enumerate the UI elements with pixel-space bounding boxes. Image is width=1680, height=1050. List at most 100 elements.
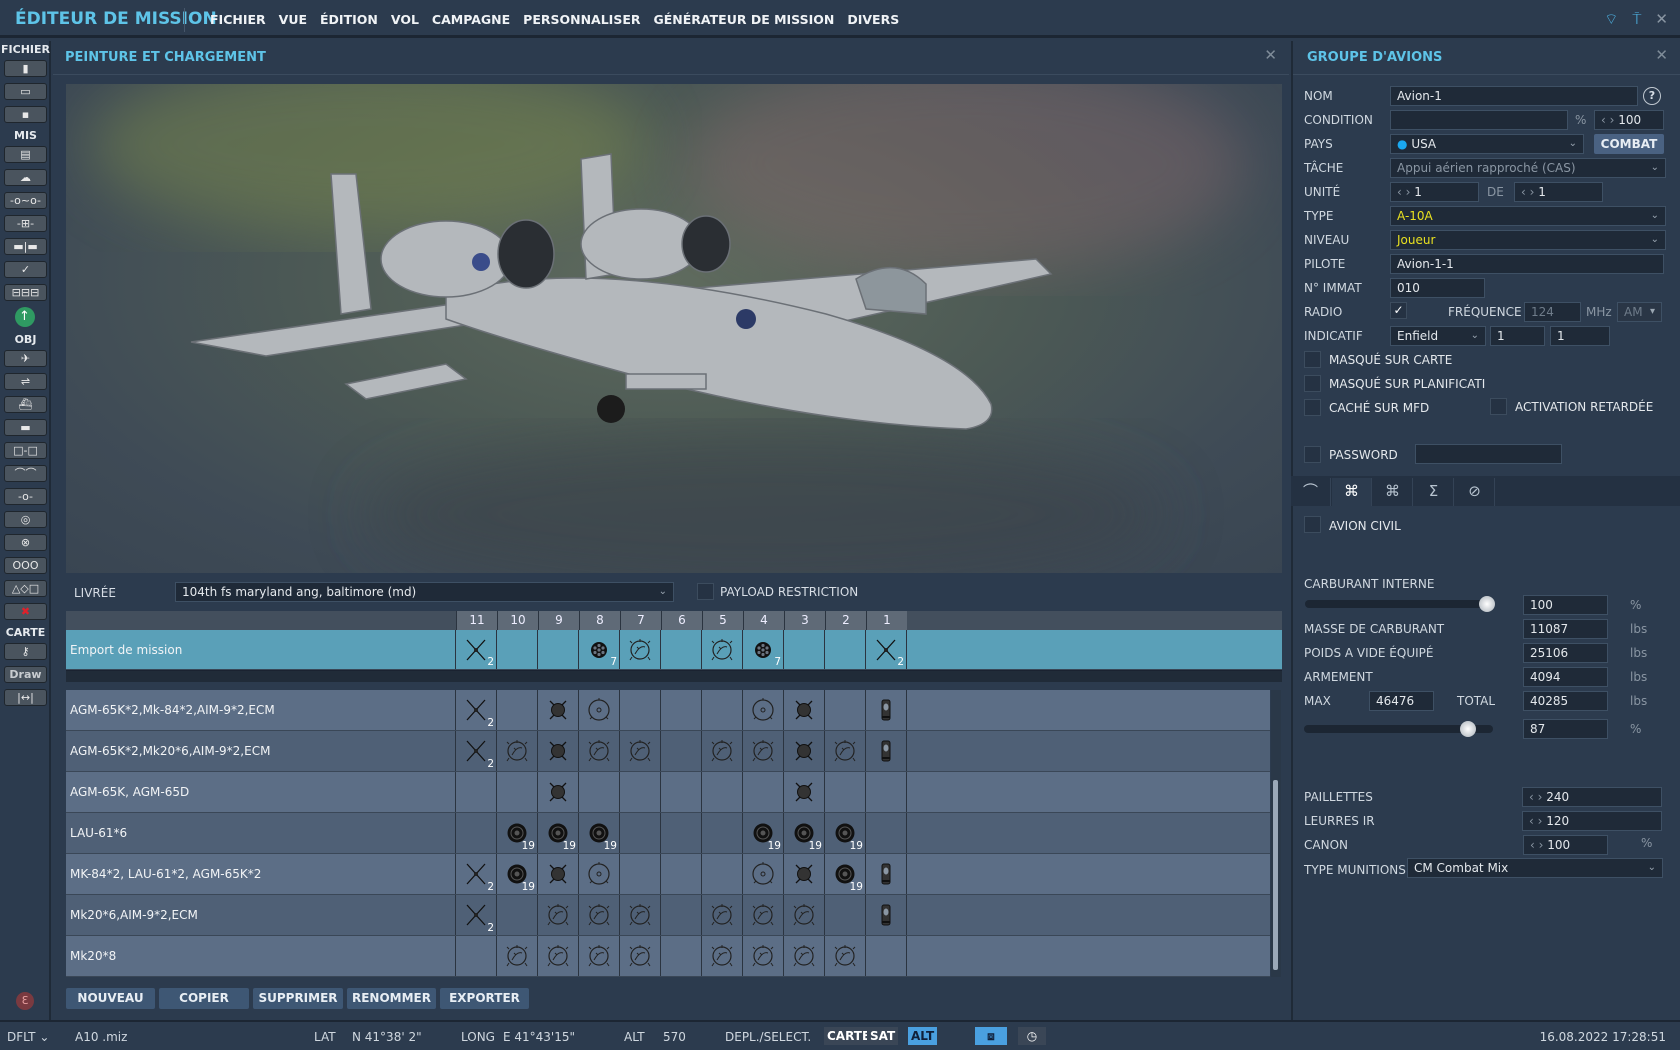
loadout-row[interactable]: MK-84*2, LAU-61*2, AGM-65K*2 2 19 19 — [66, 854, 1270, 895]
pylon-cell-2[interactable] — [825, 690, 866, 730]
tab-summary[interactable]: Σ — [1414, 478, 1454, 506]
pylon-cell-1[interactable]: 2 — [866, 630, 907, 669]
pylon-cell-7[interactable] — [620, 630, 661, 669]
pylon-cell-5[interactable] — [702, 731, 743, 771]
pylon-cell-3[interactable] — [784, 690, 825, 730]
pylon-cell-7[interactable] — [620, 936, 661, 976]
loadout-row[interactable]: LAU-61*6 19 19 19 19 19 19 — [66, 813, 1270, 854]
pylon-cell-7[interactable] — [620, 690, 661, 730]
livery-dropdown[interactable]: 104th fs maryland ang, baltimore (md) ⌄ — [175, 582, 674, 602]
delete-button[interactable]: SUPPRIMER — [253, 988, 343, 1009]
pylon-cell-10[interactable]: 19 — [497, 813, 538, 853]
pylon-cell-11[interactable] — [456, 936, 497, 976]
frequency-input[interactable]: 124 — [1524, 302, 1581, 322]
fuel-slider[interactable] — [1305, 600, 1495, 608]
trigger-zone-button[interactable]: -o~o- — [4, 192, 47, 209]
menu-vol[interactable]: VOL — [391, 12, 419, 27]
country-dropdown[interactable]: ● USA ⌄ — [1390, 134, 1584, 154]
menu-generateur[interactable]: GÉNÉRATEUR DE MISSION — [654, 12, 835, 27]
pylon-cell-2[interactable]: 19 — [825, 854, 866, 894]
callsign-dropdown[interactable]: Enfield ⌄ — [1390, 326, 1486, 346]
pylon-cell-5[interactable] — [702, 813, 743, 853]
save-button[interactable]: ▪ — [4, 106, 47, 123]
up-arrow-icon[interactable]: ↑ — [14, 307, 35, 327]
pylon-cell-8[interactable] — [579, 854, 620, 894]
flares-spinner[interactable]: ‹ › 120 — [1522, 811, 1662, 831]
pylon-cell-4[interactable] — [743, 895, 784, 935]
pylon-cell-8[interactable]: 19 — [579, 813, 620, 853]
pylon-cell-9[interactable] — [538, 772, 579, 812]
loadout-row[interactable]: Mk20*8 — [66, 936, 1270, 977]
copy-button[interactable]: COPIER — [159, 988, 249, 1009]
fuel-percent-input[interactable]: 100 — [1523, 595, 1608, 615]
pylon-cell-6[interactable] — [661, 772, 702, 812]
pylon-cell-6[interactable] — [661, 731, 702, 771]
menu-divers[interactable]: DIVERS — [847, 12, 899, 27]
pylon-cell-11[interactable]: 2 — [456, 854, 497, 894]
pylon-cell-1[interactable] — [866, 895, 907, 935]
pylon-cell-1[interactable] — [866, 813, 907, 853]
pylon-cell-6[interactable] — [661, 936, 702, 976]
pylon-cell-4[interactable] — [743, 772, 784, 812]
rings-button[interactable]: OOO — [4, 557, 47, 574]
pylon-cell-5[interactable] — [702, 854, 743, 894]
pylon-cell-9[interactable] — [538, 690, 579, 730]
map-filter-icon[interactable]: ⧈ — [975, 1027, 1007, 1045]
pylon-cell-3[interactable] — [784, 630, 825, 669]
unit-spinner[interactable]: ‹ › 1 — [1390, 182, 1479, 202]
menu-personnaliser[interactable]: PERSONNALISER — [523, 12, 640, 27]
new-button[interactable]: NOUVEAU — [66, 988, 155, 1009]
pylon-cell-9[interactable] — [538, 936, 579, 976]
callsign-number-1[interactable]: 1 — [1490, 326, 1545, 346]
fuel-slider-handle[interactable] — [1479, 596, 1495, 612]
flags-button[interactable]: ▬|▬ — [4, 238, 47, 255]
pylon-cell-11[interactable]: 2 — [456, 731, 497, 771]
menu-fichier[interactable]: FICHIER — [210, 12, 266, 27]
pylon-cell-1[interactable] — [866, 936, 907, 976]
unit-of-spinner[interactable]: ‹ › 1 — [1514, 182, 1603, 202]
pylon-cell-10[interactable] — [497, 772, 538, 812]
pylon-cell-8[interactable] — [579, 936, 620, 976]
pylon-cell-4[interactable] — [743, 731, 784, 771]
node-button[interactable]: -o- — [4, 488, 47, 505]
pylon-cell-10[interactable] — [497, 936, 538, 976]
pylon-cell-11[interactable]: 2 — [456, 895, 497, 935]
aircraft-type-dropdown[interactable]: A-10A ⌄ — [1390, 206, 1666, 226]
late-activation-checkbox[interactable] — [1490, 398, 1507, 415]
helicopter-button[interactable]: ⇌ — [4, 373, 47, 390]
tab-route[interactable]: ⌒ — [1291, 478, 1331, 506]
ruler-button[interactable]: |↔| — [4, 689, 47, 706]
pylon-cell-11[interactable] — [456, 772, 497, 812]
pylon-cell-7[interactable] — [620, 895, 661, 935]
open-folder-button[interactable]: ▭ — [4, 83, 47, 100]
map-mode-sat-button[interactable]: SAT — [867, 1027, 899, 1045]
password-checkbox[interactable] — [1304, 446, 1321, 463]
chaff-spinner[interactable]: ‹ › 240 — [1522, 787, 1662, 807]
pylon-cell-10[interactable] — [497, 690, 538, 730]
menu-vue[interactable]: VUE — [279, 12, 307, 27]
wifi-icon[interactable]: ⌔ — [1604, 10, 1618, 29]
map-mode-carte-button[interactable]: CARTE — [824, 1027, 874, 1045]
triggers-button[interactable]: ⊟⊟⊟ — [4, 284, 47, 301]
pylon-cell-11[interactable]: 2 — [456, 690, 497, 730]
pylon-cell-8[interactable] — [579, 690, 620, 730]
pylon-cell-6[interactable] — [661, 690, 702, 730]
loadout-row[interactable]: AGM-65K, AGM-65D — [66, 772, 1270, 813]
pylon-cell-8[interactable] — [579, 772, 620, 812]
pylon-cell-5[interactable] — [702, 630, 743, 669]
pylon-cell-4[interactable]: 19 — [743, 813, 784, 853]
loadout-row[interactable]: AGM-65K*2,Mk-84*2,AIM-9*2,ECM 2 — [66, 690, 1270, 731]
pylon-cell-5[interactable] — [702, 690, 743, 730]
pylon-cell-11[interactable]: 2 — [456, 630, 497, 669]
clipboard-button[interactable]: ▤ — [4, 146, 47, 163]
tab-datalink[interactable]: ⌘ — [1373, 478, 1413, 506]
help-icon[interactable]: ? — [1643, 87, 1661, 105]
tab-payload[interactable]: ⌘ — [1332, 478, 1372, 506]
cancel-circle-button[interactable]: ⊗ — [4, 534, 47, 551]
tab-forbidden[interactable]: ⊘ — [1455, 478, 1495, 506]
pylon-cell-7[interactable] — [620, 854, 661, 894]
map-mode-alt-button[interactable]: ALT — [908, 1027, 938, 1045]
hidden-on-mfd-checkbox[interactable] — [1304, 399, 1321, 416]
pylon-cell-4[interactable] — [743, 690, 784, 730]
civil-aircraft-checkbox[interactable] — [1304, 516, 1321, 533]
